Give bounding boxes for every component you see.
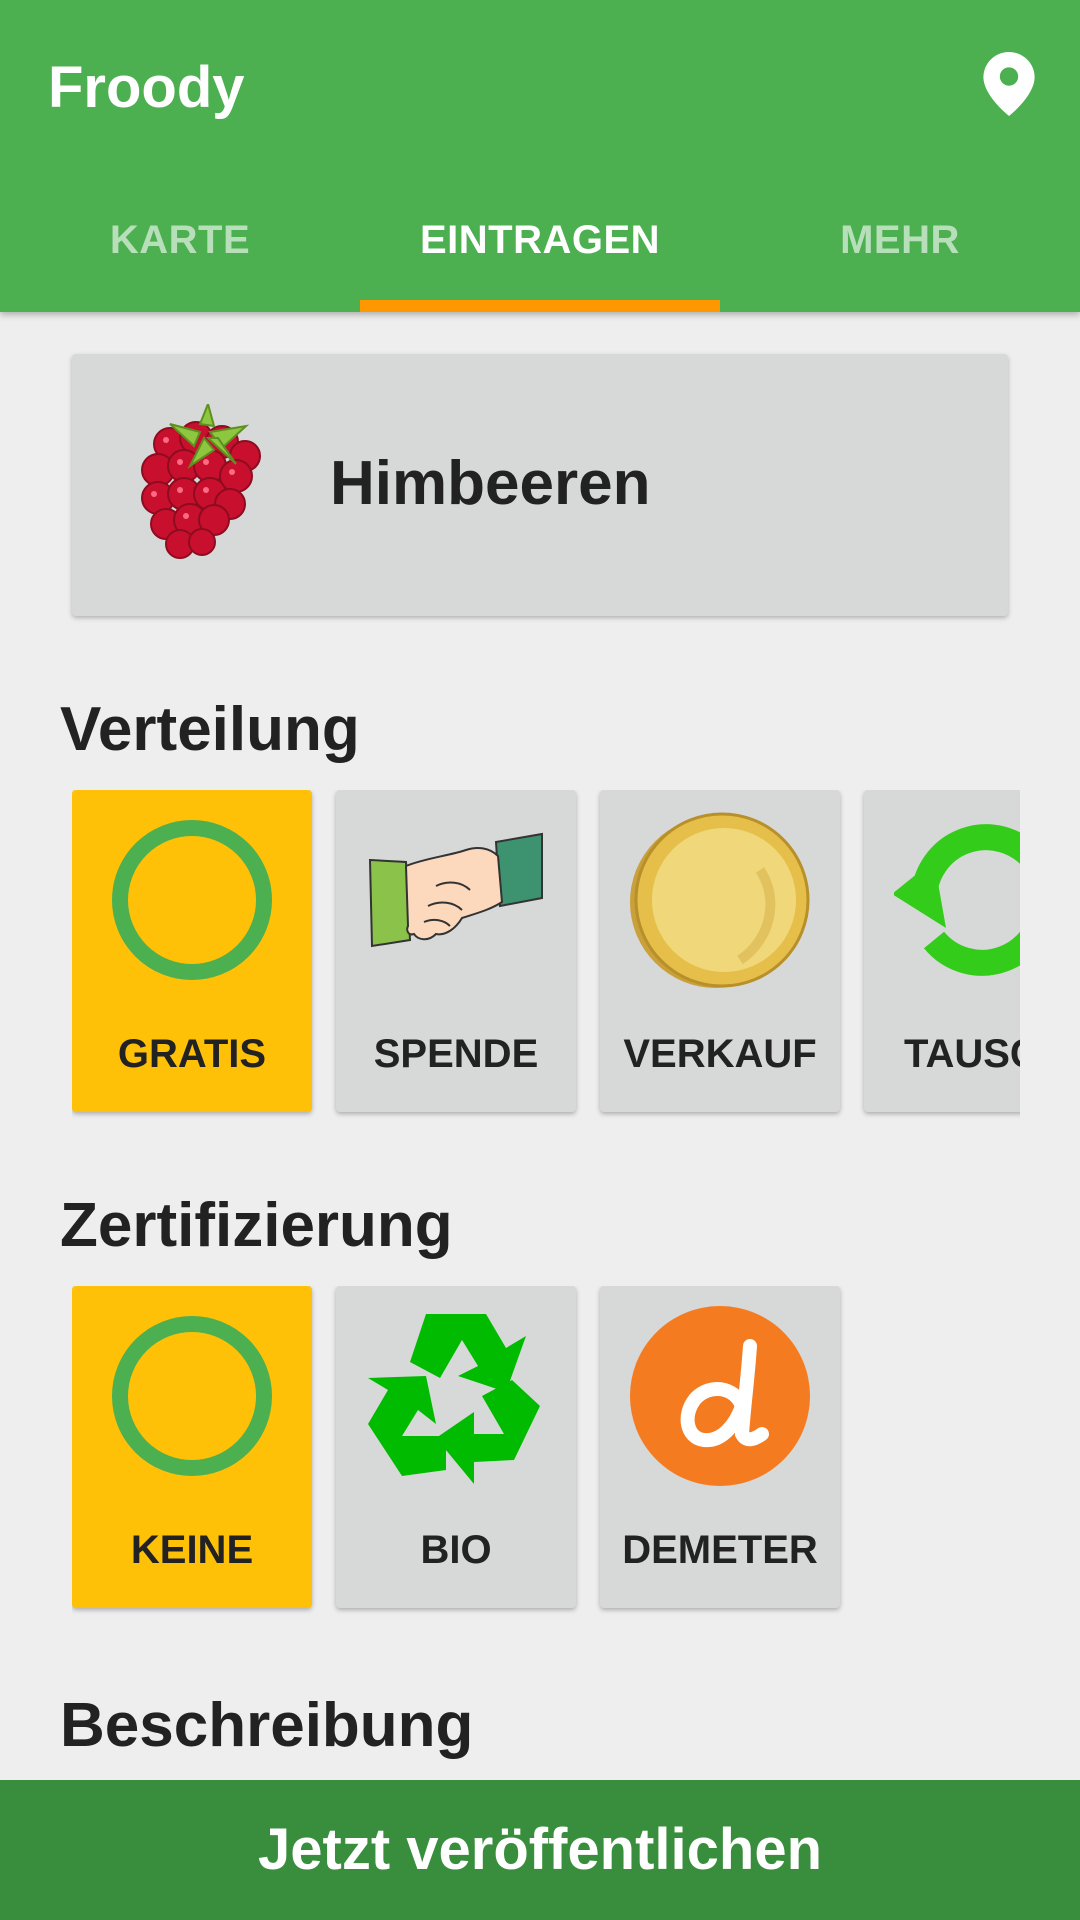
exchange-arrows-icon: [894, 824, 1020, 976]
location-pin-icon[interactable]: [983, 52, 1035, 116]
description-title: Beschreibung: [60, 1691, 474, 1760]
option-label: SPENDE: [373, 1032, 539, 1076]
app-bar: Froody KARTE EINTRAGEN MEHR: [0, 0, 1080, 312]
option-tausch[interactable]: TAUSC: [864, 790, 1020, 1112]
option-verkauf[interactable]: VERKAUF: [600, 790, 840, 1112]
option-gratis[interactable]: GRATIS: [72, 790, 312, 1112]
publish-button[interactable]: Jetzt veröffentlichen: [0, 1780, 1080, 1920]
distribution-title: Verteilung: [60, 695, 360, 764]
coin-icon: [630, 812, 810, 988]
app-title: Froody: [48, 55, 245, 120]
distribution-options: GRATIS SPENDE VERKAUF TAUSC: [72, 790, 1020, 1130]
tab-eintragen[interactable]: EINTRAGEN: [360, 200, 720, 280]
option-label: KEINE: [130, 1528, 254, 1572]
active-tab-indicator: [360, 300, 720, 312]
raspberry-icon: [141, 404, 261, 559]
option-label: DEMETER: [622, 1528, 818, 1572]
option-bio[interactable]: BIO: [336, 1286, 576, 1608]
recycle-icon: [368, 1314, 540, 1484]
option-keine[interactable]: KEINE: [72, 1286, 312, 1608]
product-selector-card[interactable]: Himbeeren: [72, 354, 1008, 616]
option-label: TAUSC: [904, 1032, 1020, 1076]
certification-options: KEINE BIO DEMETER: [72, 1286, 1020, 1626]
ring-icon: [112, 820, 272, 980]
option-label: BIO: [420, 1528, 492, 1572]
product-name: Himbeeren: [330, 449, 651, 518]
handshake-icon: [368, 832, 543, 948]
option-label: VERKAUF: [623, 1032, 817, 1076]
option-label: GRATIS: [117, 1032, 267, 1076]
option-demeter[interactable]: DEMETER: [600, 1286, 840, 1608]
ring-icon: [112, 1316, 272, 1476]
tab-mehr[interactable]: MEHR: [720, 200, 1080, 280]
demeter-logo-icon: [630, 1306, 810, 1486]
tab-karte[interactable]: KARTE: [0, 200, 360, 280]
option-spende[interactable]: SPENDE: [336, 790, 576, 1112]
certification-title: Zertifizierung: [60, 1191, 453, 1260]
